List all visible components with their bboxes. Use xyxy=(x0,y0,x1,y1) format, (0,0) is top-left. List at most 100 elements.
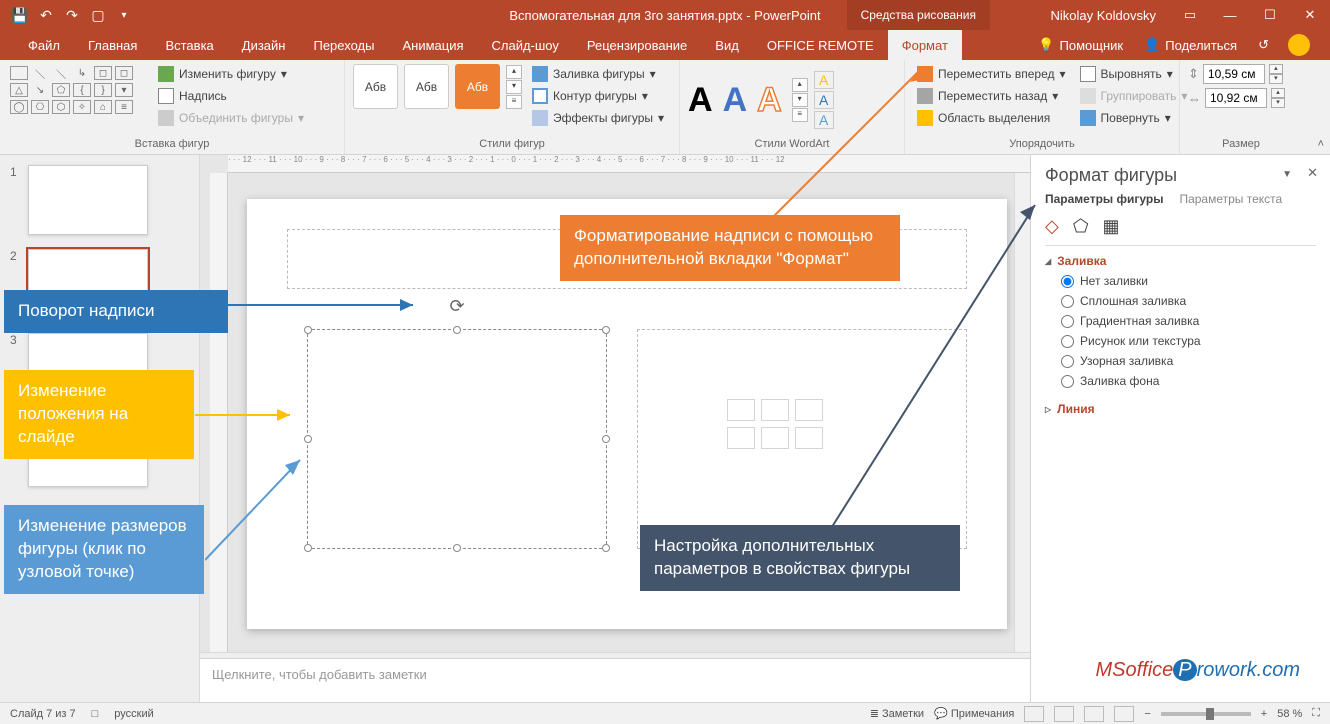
fill-pattern[interactable]: Узорная заливка xyxy=(1061,354,1316,368)
language[interactable]: русский xyxy=(114,708,153,720)
shape-gallery[interactable]: ＼＼↳◻◻ △↘⬠{}▾ ◯⎔⬡✧⌂≡ xyxy=(8,64,148,116)
section-line[interactable]: Линия xyxy=(1045,402,1316,416)
tab-home[interactable]: Главная xyxy=(74,30,151,60)
tab-office-remote[interactable]: OFFICE REMOTE xyxy=(753,30,888,60)
notes-pane[interactable]: Щелкните, чтобы добавить заметки xyxy=(200,658,1030,702)
send-backward-button[interactable]: Переместить назад ▾ xyxy=(913,86,1070,106)
normal-view-icon[interactable] xyxy=(1024,706,1044,722)
tab-file[interactable]: Файл xyxy=(14,30,74,60)
tab-review[interactable]: Рецензирование xyxy=(573,30,701,60)
shape-style-gallery[interactable]: Абв Абв Абв ▴▾≡ xyxy=(353,64,522,109)
resize-handle[interactable] xyxy=(304,544,312,552)
qat-more-icon[interactable]: ▾ xyxy=(112,3,136,27)
comments-toggle[interactable]: 💬 Примечания xyxy=(934,707,1014,720)
fill-picture[interactable]: Рисунок или текстура xyxy=(1061,334,1316,348)
notes-toggle[interactable]: ≣ Заметки xyxy=(870,707,924,720)
wordart-gallery[interactable]: А А А ▴▾≡ xyxy=(688,78,808,122)
user-name[interactable]: Nikolay Koldovsky xyxy=(1051,8,1157,23)
resize-handle[interactable] xyxy=(602,544,610,552)
gallery-up-icon[interactable]: ▴ xyxy=(792,78,808,92)
size-props-tab-icon[interactable]: ▦ xyxy=(1103,216,1120,237)
text-outline-icon[interactable]: A xyxy=(814,91,834,109)
style-preset[interactable]: Абв xyxy=(404,64,449,109)
shape-outline-button[interactable]: Контур фигуры ▾ xyxy=(528,86,668,106)
wordart-preset[interactable]: А xyxy=(723,81,748,120)
text-fill-icon[interactable]: A xyxy=(814,71,834,89)
vertical-scrollbar[interactable] xyxy=(1014,173,1030,652)
bring-forward-button[interactable]: Переместить вперед ▾ xyxy=(913,64,1070,84)
feedback-icon[interactable] xyxy=(1288,34,1310,56)
maximize-icon[interactable]: ☐ xyxy=(1250,0,1290,30)
resize-handle[interactable] xyxy=(453,544,461,552)
slide-count[interactable]: Слайд 7 из 7 xyxy=(10,708,76,720)
tab-slideshow[interactable]: Слайд-шоу xyxy=(478,30,573,60)
edit-shape-button[interactable]: Изменить фигуру ▾ xyxy=(154,64,308,84)
fill-solid[interactable]: Сплошная заливка xyxy=(1061,294,1316,308)
gallery-more-icon[interactable]: ≡ xyxy=(792,108,808,122)
reading-view-icon[interactable] xyxy=(1084,706,1104,722)
text-effects-icon[interactable]: A xyxy=(814,111,834,129)
zoom-in-icon[interactable]: + xyxy=(1261,708,1267,720)
redo-icon[interactable]: ↷ xyxy=(60,3,84,27)
tab-design[interactable]: Дизайн xyxy=(228,30,300,60)
shape-height-input[interactable] xyxy=(1203,64,1265,84)
placeholder-icons[interactable] xyxy=(727,399,823,449)
history-icon[interactable]: ↺ xyxy=(1248,37,1279,53)
spin-up-icon[interactable]: ▴ xyxy=(1269,64,1283,74)
resize-handle[interactable] xyxy=(304,326,312,334)
resize-handle[interactable] xyxy=(304,435,312,443)
style-preset[interactable]: Абв xyxy=(353,64,398,109)
tab-animation[interactable]: Анимация xyxy=(388,30,477,60)
zoom-out-icon[interactable]: − xyxy=(1144,708,1150,720)
rotate-button[interactable]: Повернуть ▾ xyxy=(1076,108,1192,128)
fill-line-tab-icon[interactable]: ◇ xyxy=(1045,216,1059,237)
rotation-handle-icon[interactable]: ⟳ xyxy=(449,296,464,317)
spell-check-icon[interactable]: □ xyxy=(92,708,99,720)
gallery-up-icon[interactable]: ▴ xyxy=(506,65,522,79)
share-button[interactable]: 👤Поделиться xyxy=(1134,37,1247,53)
spin-down-icon[interactable]: ▾ xyxy=(1269,74,1283,84)
minimize-icon[interactable]: ― xyxy=(1210,0,1250,30)
pane-subtab-text[interactable]: Параметры текста xyxy=(1179,192,1282,206)
style-preset[interactable]: Абв xyxy=(455,64,500,109)
ribbon-display-icon[interactable]: ▭ xyxy=(1170,0,1210,30)
gallery-down-icon[interactable]: ▾ xyxy=(792,93,808,107)
start-slideshow-icon[interactable]: ▢ xyxy=(86,3,110,27)
fill-grad[interactable]: Градиентная заливка xyxy=(1061,314,1316,328)
wordart-preset[interactable]: А xyxy=(688,81,713,120)
tab-format[interactable]: Формат xyxy=(888,30,962,60)
section-fill[interactable]: Заливка xyxy=(1045,254,1316,268)
shape-fill-button[interactable]: Заливка фигуры ▾ xyxy=(528,64,668,84)
tab-view[interactable]: Вид xyxy=(701,30,753,60)
wordart-preset[interactable]: А xyxy=(757,81,782,120)
zoom-value[interactable]: 58 % xyxy=(1277,708,1302,720)
effects-tab-icon[interactable]: ⬠ xyxy=(1073,216,1089,237)
align-button[interactable]: Выровнять ▾ xyxy=(1076,64,1192,84)
textbox-button[interactable]: Надпись xyxy=(154,86,308,106)
slide-thumb[interactable] xyxy=(28,165,148,235)
gallery-more-icon[interactable]: ≡ xyxy=(506,95,522,109)
spin-up-icon[interactable]: ▴ xyxy=(1271,88,1285,98)
tell-me[interactable]: 💡Помощник xyxy=(1028,37,1133,53)
fill-none[interactable]: Нет заливки xyxy=(1061,274,1316,288)
tab-transitions[interactable]: Переходы xyxy=(299,30,388,60)
save-icon[interactable]: 💾 xyxy=(8,3,32,27)
selection-pane-button[interactable]: Область выделения xyxy=(913,108,1070,128)
undo-icon[interactable]: ↶ xyxy=(34,3,58,27)
resize-handle[interactable] xyxy=(602,326,610,334)
pane-options-icon[interactable]: ▼ xyxy=(1282,169,1292,180)
gallery-down-icon[interactable]: ▾ xyxy=(506,80,522,94)
selected-shape[interactable]: ⟳ xyxy=(307,329,607,549)
pane-close-icon[interactable]: ✕ xyxy=(1307,165,1318,181)
resize-handle[interactable] xyxy=(602,435,610,443)
zoom-slider[interactable] xyxy=(1161,712,1251,716)
spin-down-icon[interactable]: ▾ xyxy=(1271,98,1285,108)
pane-subtab-shape[interactable]: Параметры фигуры xyxy=(1045,192,1163,206)
slideshow-view-icon[interactable] xyxy=(1114,706,1134,722)
fill-slide[interactable]: Заливка фона xyxy=(1061,374,1316,388)
close-icon[interactable]: ✕ xyxy=(1290,0,1330,30)
collapse-ribbon-icon[interactable]: ˄ xyxy=(1318,138,1324,150)
sorter-view-icon[interactable] xyxy=(1054,706,1074,722)
fit-window-icon[interactable]: ⛶ xyxy=(1312,707,1320,720)
shape-width-input[interactable] xyxy=(1205,88,1267,108)
